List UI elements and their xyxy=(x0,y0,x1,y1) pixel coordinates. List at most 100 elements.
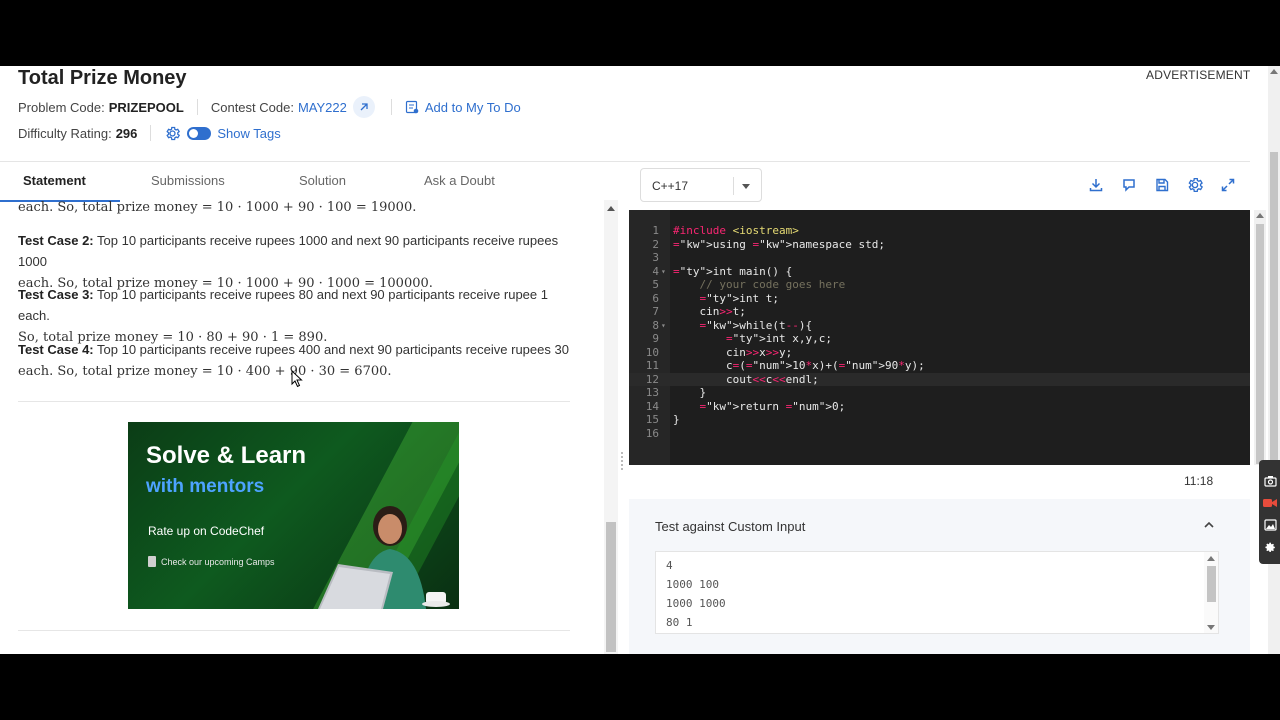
code-line[interactable]: 8 ▾ ="kw">while(t--){ xyxy=(629,319,1250,333)
scrollbar-thumb[interactable] xyxy=(1207,566,1216,602)
image-icon[interactable] xyxy=(1263,518,1277,532)
add-to-todo-button[interactable]: Add to My To Do xyxy=(405,100,521,115)
scroll-down-icon[interactable] xyxy=(1207,625,1215,630)
line-number: 6 xyxy=(652,291,659,305)
code-text: ="kw">while(t--){ xyxy=(699,318,813,332)
code-text: } xyxy=(673,386,707,399)
fold-toggle-icon[interactable]: ▾ xyxy=(661,319,666,333)
code-line[interactable]: 12 cout<<c<<endl; xyxy=(629,372,1250,386)
code-line[interactable]: 1 #include <iostream> xyxy=(629,224,1250,238)
comment-icon[interactable] xyxy=(1118,174,1140,196)
code-line[interactable]: 16 xyxy=(629,427,1250,441)
scrollbar-thumb[interactable] xyxy=(1256,224,1264,464)
scrollbar-thumb[interactable] xyxy=(1270,152,1278,502)
scroll-up-icon[interactable] xyxy=(1270,69,1278,74)
mentor-ad-banner[interactable]: Solve & Learn with mentors Rate up on Co… xyxy=(128,422,459,609)
fullscreen-icon[interactable] xyxy=(1217,174,1239,196)
code-line[interactable]: 4 ▾ ="ty">int main() { xyxy=(629,265,1250,279)
code-text: #include <iostream> xyxy=(673,224,799,237)
ad-camps-text: Check our upcoming Camps xyxy=(148,556,275,567)
session-timer: 11:18 xyxy=(1184,474,1214,488)
tab-ask-a-doubt[interactable]: Ask a Doubt xyxy=(424,173,495,188)
contest-code-label: Contest Code: xyxy=(210,99,294,115)
code-line[interactable]: 14 ="kw">return ="num">0; xyxy=(629,400,1250,414)
gear-icon[interactable] xyxy=(164,125,181,142)
video-record-icon[interactable] xyxy=(1263,496,1277,510)
show-tags-label[interactable]: Show Tags xyxy=(217,126,280,141)
code-line[interactable]: 13 } xyxy=(629,386,1250,400)
code-text: ="ty">int x,y,c; xyxy=(725,332,832,345)
custom-input-textarea[interactable]: 4 1000 100 1000 1000 80 1 xyxy=(655,551,1219,634)
add-to-todo-label: Add to My To Do xyxy=(424,99,521,115)
line-number: 7 xyxy=(652,305,659,318)
ad-bullet-icon xyxy=(148,556,156,567)
line-number: 2 xyxy=(652,237,659,251)
line-number: 14 xyxy=(645,399,659,413)
code-line[interactable]: 6 ="ty">int t; xyxy=(629,292,1250,306)
scroll-up-icon[interactable] xyxy=(1207,556,1215,561)
code-text: cout<<c<<endl; xyxy=(673,372,819,386)
line-number: 4 xyxy=(652,264,659,278)
line-number: 3 xyxy=(652,251,659,264)
input-scrollbar[interactable] xyxy=(1204,552,1218,633)
scrollbar-thumb[interactable] xyxy=(606,522,616,652)
code-text: ="kw">using ="kw">namespace std; xyxy=(673,237,885,251)
code-line[interactable]: 7 cin>>t; xyxy=(629,305,1250,319)
gear-icon[interactable] xyxy=(1263,540,1277,554)
settings-gear-icon[interactable] xyxy=(1184,174,1206,196)
code-editor[interactable]: 1 #include <iostream> 2 ="kw">using ="kw">n… xyxy=(629,210,1250,465)
input-line: 1000 100 xyxy=(666,578,719,591)
scroll-up-icon[interactable] xyxy=(1256,213,1264,218)
camera-icon[interactable] xyxy=(1263,474,1277,488)
custom-input-panel: Test against Custom Input 4 1000 100 100… xyxy=(629,499,1250,654)
editor-toolbar xyxy=(1085,174,1239,196)
external-link-icon[interactable] xyxy=(352,96,375,118)
ad-rate-text: Rate up on CodeChef xyxy=(148,524,265,538)
line-number: 8 xyxy=(652,318,659,332)
code-text: c=(="num">10*x)+(="num">90*y); xyxy=(673,359,925,372)
divider xyxy=(390,99,392,115)
divider xyxy=(150,125,152,141)
page-scrollbar[interactable] xyxy=(1268,66,1280,654)
section-divider xyxy=(18,401,570,402)
code-line[interactable]: 2 ="kw">using ="kw">namespace std; xyxy=(629,238,1250,252)
input-line: 4 xyxy=(666,559,673,572)
bottom-black-bar xyxy=(0,654,1280,720)
code-line[interactable]: 3 xyxy=(629,251,1250,265)
tab-submissions[interactable]: Submissions xyxy=(151,173,225,188)
line-number: 1 xyxy=(652,224,659,237)
chevron-up-icon[interactable] xyxy=(1203,519,1215,531)
header-divider xyxy=(0,161,1250,162)
editor-scrollbar[interactable] xyxy=(1254,210,1266,465)
contest-code-link[interactable]: MAY222 xyxy=(298,100,347,115)
custom-input-title[interactable]: Test against Custom Input xyxy=(655,519,805,534)
download-icon[interactable] xyxy=(1085,174,1107,196)
code-line[interactable]: 15} xyxy=(629,413,1250,427)
panel-resize-handle[interactable] xyxy=(620,450,626,474)
advertisement-label: ADVERTISEMENT xyxy=(1146,68,1251,82)
code-line[interactable]: 10 cin>>x>>y; xyxy=(629,346,1250,360)
ad-subheadline: with mentors xyxy=(146,476,265,497)
save-icon[interactable] xyxy=(1151,174,1173,196)
language-value: C++17 xyxy=(652,179,689,193)
line-number: 12 xyxy=(645,372,659,386)
fold-toggle-icon[interactable]: ▾ xyxy=(661,265,666,279)
language-select[interactable]: C++17 xyxy=(640,168,762,202)
difficulty-row: Difficulty Rating: 296 Show Tags xyxy=(18,124,281,142)
chevron-down-icon xyxy=(742,184,750,189)
code-line[interactable]: 5 // your code goes here xyxy=(629,278,1250,292)
code-text: cin>>t; xyxy=(673,305,746,318)
line-number: 11 xyxy=(645,359,659,372)
scroll-up-icon[interactable] xyxy=(607,206,615,211)
code-line[interactable]: 11 c=(="num">10*x)+(="num">90*y); xyxy=(629,359,1250,373)
problem-meta: Problem Code: PRIZEPOOL Contest Code: MA… xyxy=(18,96,521,118)
code-text: ="ty">int main() { xyxy=(673,264,793,278)
code-line[interactable]: 9 ="ty">int x,y,c; xyxy=(629,332,1250,346)
input-line: 80 1 xyxy=(666,616,693,629)
tab-statement[interactable]: Statement xyxy=(23,173,86,188)
statement-scrollbar[interactable] xyxy=(604,200,618,654)
line-number: 15 xyxy=(645,413,659,426)
line-number: 10 xyxy=(645,345,659,359)
tab-solution[interactable]: Solution xyxy=(299,173,346,188)
show-tags-toggle[interactable] xyxy=(187,126,212,140)
